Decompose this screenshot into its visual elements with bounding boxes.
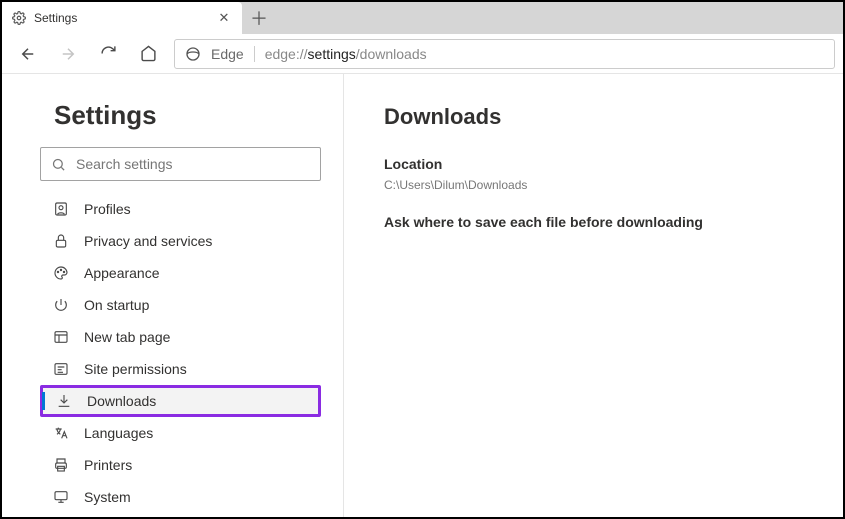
printer-icon — [52, 457, 70, 473]
close-icon[interactable]: ✕ — [216, 10, 232, 26]
browser-tab[interactable]: Settings ✕ — [2, 2, 242, 34]
ask-before-save-label: Ask where to save each file before downl… — [384, 214, 803, 230]
sidebar-item-system[interactable]: System — [40, 481, 321, 513]
new-tab-button[interactable]: ＋ — [242, 2, 276, 34]
sidebar-item-label: System — [84, 489, 131, 505]
lock-icon — [52, 233, 70, 249]
sidebar-item-label: On startup — [84, 297, 149, 313]
sidebar-item-downloads[interactable]: Downloads — [40, 385, 321, 417]
grid-icon — [52, 329, 70, 345]
tab-bar: Settings ✕ ＋ — [2, 2, 843, 34]
sidebar-item-label: Site permissions — [84, 361, 187, 377]
sidebar-item-startup[interactable]: On startup — [40, 289, 321, 321]
sidebar-item-label: New tab page — [84, 329, 170, 345]
search-placeholder: Search settings — [76, 156, 173, 172]
content-area: Settings Search settings Profiles Privac… — [2, 74, 843, 517]
sidebar-item-newtab[interactable]: New tab page — [40, 321, 321, 353]
home-button[interactable] — [130, 38, 166, 70]
back-button[interactable] — [10, 38, 46, 70]
sidebar-item-label: Privacy and services — [84, 233, 212, 249]
tab-title: Settings — [34, 11, 208, 25]
sidebar-item-languages[interactable]: Languages — [40, 417, 321, 449]
forward-button[interactable] — [50, 38, 86, 70]
monitor-icon — [52, 489, 70, 505]
sidebar-item-label: Profiles — [84, 201, 131, 217]
page-title: Settings — [40, 100, 321, 131]
sliders-icon — [52, 361, 70, 377]
main-panel: Downloads Location C:\Users\Dilum\Downlo… — [344, 74, 843, 517]
address-url: edge://settings/downloads — [265, 46, 427, 62]
sidebar-item-label: Languages — [84, 425, 153, 441]
gear-icon — [12, 11, 26, 25]
sidebar-item-privacy[interactable]: Privacy and services — [40, 225, 321, 257]
nav: Profiles Privacy and services Appearance… — [40, 193, 321, 513]
sidebar: Settings Search settings Profiles Privac… — [2, 74, 344, 517]
edge-logo-icon — [185, 46, 201, 62]
sidebar-item-profiles[interactable]: Profiles — [40, 193, 321, 225]
search-icon — [51, 157, 66, 172]
sidebar-item-label: Printers — [84, 457, 132, 473]
person-icon — [52, 201, 70, 217]
toolbar: Edge edge://settings/downloads — [2, 34, 843, 74]
power-icon — [52, 297, 70, 313]
search-input[interactable]: Search settings — [40, 147, 321, 181]
address-bar[interactable]: Edge edge://settings/downloads — [174, 39, 835, 69]
sidebar-item-permissions[interactable]: Site permissions — [40, 353, 321, 385]
download-icon — [55, 393, 73, 409]
sidebar-item-appearance[interactable]: Appearance — [40, 257, 321, 289]
address-brand: Edge — [211, 46, 244, 62]
location-value: C:\Users\Dilum\Downloads — [384, 178, 803, 192]
main-heading: Downloads — [384, 104, 803, 130]
sidebar-item-label: Appearance — [84, 265, 160, 281]
palette-icon — [52, 265, 70, 281]
sidebar-item-label: Downloads — [87, 393, 156, 409]
sidebar-item-printers[interactable]: Printers — [40, 449, 321, 481]
divider — [254, 46, 255, 62]
location-label: Location — [384, 156, 803, 172]
refresh-button[interactable] — [90, 38, 126, 70]
language-icon — [52, 425, 70, 441]
